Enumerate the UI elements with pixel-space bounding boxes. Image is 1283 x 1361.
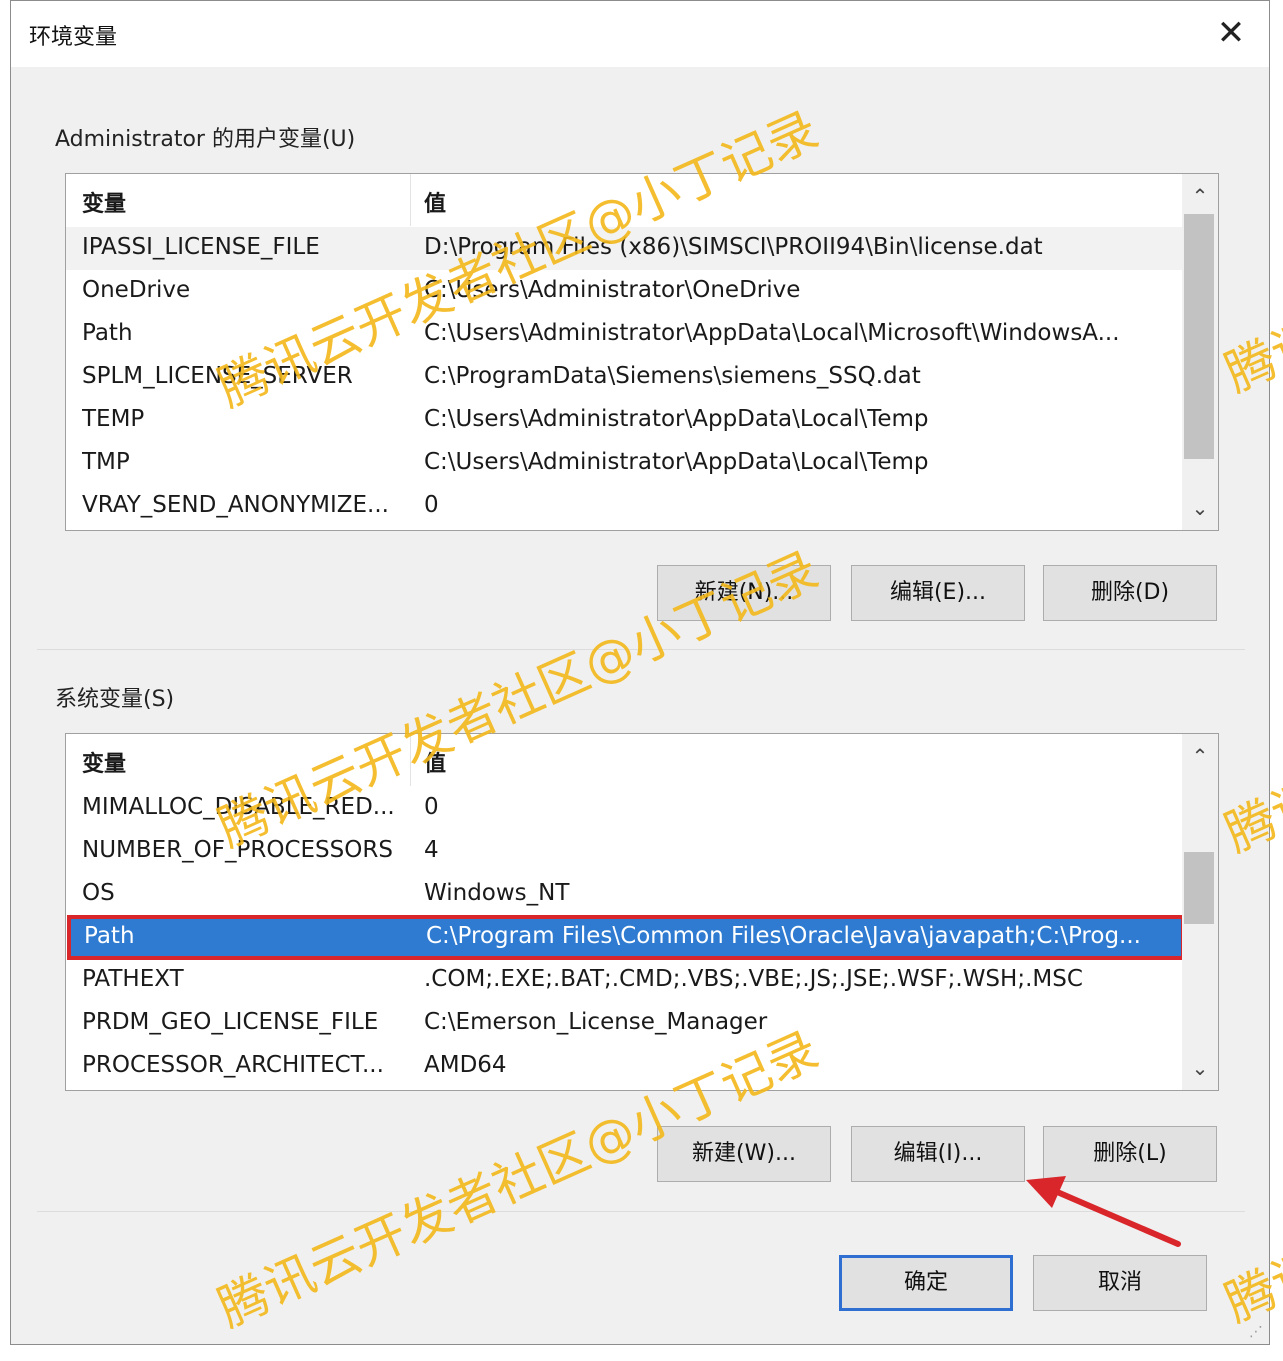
- table-row[interactable]: OS Windows_NT: [66, 873, 1184, 916]
- variable-value: Windows_NT: [424, 880, 570, 906]
- table-row[interactable]: PROCESSOR_ARCHITECT... AMD64: [66, 1045, 1184, 1088]
- list-header: 变量 值: [66, 174, 1184, 226]
- column-header-value[interactable]: 值: [424, 746, 446, 778]
- chevron-up-icon[interactable]: ⌃: [1182, 738, 1218, 774]
- system-variables-label: 系统变量(S): [55, 687, 175, 712]
- variable-value: 4: [424, 837, 439, 863]
- group-divider: [37, 649, 1245, 650]
- variable-name: TMP: [82, 449, 130, 475]
- list-header: 变量 值: [66, 734, 1184, 786]
- close-icon[interactable]: ✕: [1211, 13, 1251, 53]
- variable-value: D:\Program Files (x86)\SIMSCI\PROII94\Bi…: [424, 234, 1043, 260]
- variable-name: SPLM_LICENSE_SERVER: [82, 363, 353, 389]
- variable-value: C:\ProgramData\Siemens\siemens_SSQ.dat: [424, 363, 921, 389]
- table-row-selected-path[interactable]: Path C:\Program Files\Common Files\Oracl…: [67, 915, 1185, 960]
- variable-name: OS: [82, 880, 115, 906]
- variable-name: MIMALLOC_DISABLE_RED...: [82, 794, 395, 820]
- table-row[interactable]: Path C:\Users\Administrator\AppData\Loca…: [66, 313, 1184, 356]
- table-row[interactable]: MIMALLOC_DISABLE_RED... 0: [66, 787, 1184, 830]
- table-row[interactable]: TMP C:\Users\Administrator\AppData\Local…: [66, 442, 1184, 485]
- variable-value: AMD64: [424, 1052, 507, 1078]
- variable-name: NUMBER_OF_PROCESSORS: [82, 837, 393, 863]
- user-edit-button[interactable]: 编辑(E)...: [851, 565, 1025, 621]
- system-variables-list[interactable]: 变量 值 MIMALLOC_DISABLE_RED... 0 NUMBER_OF…: [65, 733, 1219, 1091]
- vertical-scrollbar[interactable]: ⌃ ⌄: [1182, 174, 1218, 530]
- variable-value: 0: [424, 794, 439, 820]
- variable-value: 0: [424, 492, 439, 518]
- chevron-down-icon[interactable]: ⌄: [1182, 1050, 1218, 1086]
- annotation-arrow-icon: [1026, 1176, 1181, 1247]
- window-title: 环境变量: [29, 25, 118, 50]
- variable-value: C:\Users\Administrator\AppData\Local\Mic…: [424, 320, 1120, 346]
- variable-name: PROCESSOR_ARCHITECT...: [82, 1052, 384, 1078]
- variable-value: C:\Users\Administrator\AppData\Local\Tem…: [424, 406, 929, 432]
- cancel-button[interactable]: 取消: [1033, 1255, 1207, 1311]
- column-header-value[interactable]: 值: [424, 186, 446, 218]
- resize-grip-icon[interactable]: ⋰: [1249, 1324, 1263, 1340]
- variable-name: Path: [82, 320, 133, 346]
- variable-name: TEMP: [82, 406, 145, 432]
- column-header-variable[interactable]: 变量: [82, 746, 126, 778]
- variable-name: IPASSI_LICENSE_FILE: [82, 234, 320, 260]
- table-row[interactable]: OneDrive C:\Users\Administrator\OneDrive: [66, 270, 1184, 313]
- variable-value: .COM;.EXE;.BAT;.CMD;.VBS;.VBE;.JS;.JSE;.…: [424, 966, 1083, 992]
- user-delete-button[interactable]: 删除(D): [1043, 565, 1217, 621]
- user-new-button[interactable]: 新建(N)...: [657, 565, 831, 621]
- variable-name: VRAY_SEND_ANONYMIZE...: [82, 492, 389, 518]
- scrollbar-thumb[interactable]: [1184, 214, 1214, 459]
- variable-name: PRDM_GEO_LICENSE_FILE: [82, 1009, 379, 1035]
- ok-button[interactable]: 确定: [839, 1255, 1013, 1311]
- table-row[interactable]: IPASSI_LICENSE_FILE D:\Program Files (x8…: [66, 227, 1184, 270]
- scrollbar-thumb[interactable]: [1184, 852, 1214, 924]
- table-row[interactable]: NUMBER_OF_PROCESSORS 4: [66, 830, 1184, 873]
- column-separator: [410, 734, 411, 786]
- vertical-scrollbar[interactable]: ⌃ ⌄: [1182, 734, 1218, 1090]
- table-row[interactable]: TEMP C:\Users\Administrator\AppData\Loca…: [66, 399, 1184, 442]
- variable-name: OneDrive: [82, 277, 191, 303]
- variable-value: C:\Program Files\Common Files\Oracle\Jav…: [426, 923, 1141, 949]
- system-edit-button[interactable]: 编辑(I)...: [851, 1126, 1025, 1182]
- user-variables-list[interactable]: 变量 值 IPASSI_LICENSE_FILE D:\Program File…: [65, 173, 1219, 531]
- column-separator: [410, 174, 411, 226]
- variable-name: Path: [84, 923, 135, 949]
- variable-value: C:\Emerson_License_Manager: [424, 1009, 768, 1035]
- variable-value: C:\Users\Administrator\AppData\Local\Tem…: [424, 449, 929, 475]
- table-row[interactable]: SPLM_LICENSE_SERVER C:\ProgramData\Sieme…: [66, 356, 1184, 399]
- user-variables-label: Administrator 的用户变量(U): [55, 127, 356, 152]
- chevron-up-icon[interactable]: ⌃: [1182, 178, 1218, 214]
- system-new-button[interactable]: 新建(W)...: [657, 1126, 831, 1182]
- variable-value: C:\Users\Administrator\OneDrive: [424, 277, 801, 303]
- column-header-variable[interactable]: 变量: [82, 186, 126, 218]
- table-row[interactable]: PRDM_GEO_LICENSE_FILE C:\Emerson_License…: [66, 1002, 1184, 1045]
- table-row[interactable]: VRAY_SEND_ANONYMIZE... 0: [66, 485, 1184, 528]
- title-bar: 环境变量 ✕: [11, 1, 1269, 67]
- variable-name: PATHEXT: [82, 966, 184, 992]
- table-row[interactable]: PATHEXT .COM;.EXE;.BAT;.CMD;.VBS;.VBE;.J…: [66, 959, 1184, 1002]
- chevron-down-icon[interactable]: ⌄: [1182, 490, 1218, 526]
- environment-variables-dialog: 环境变量 ✕ Administrator 的用户变量(U) 变量 值 IPASS…: [10, 0, 1270, 1345]
